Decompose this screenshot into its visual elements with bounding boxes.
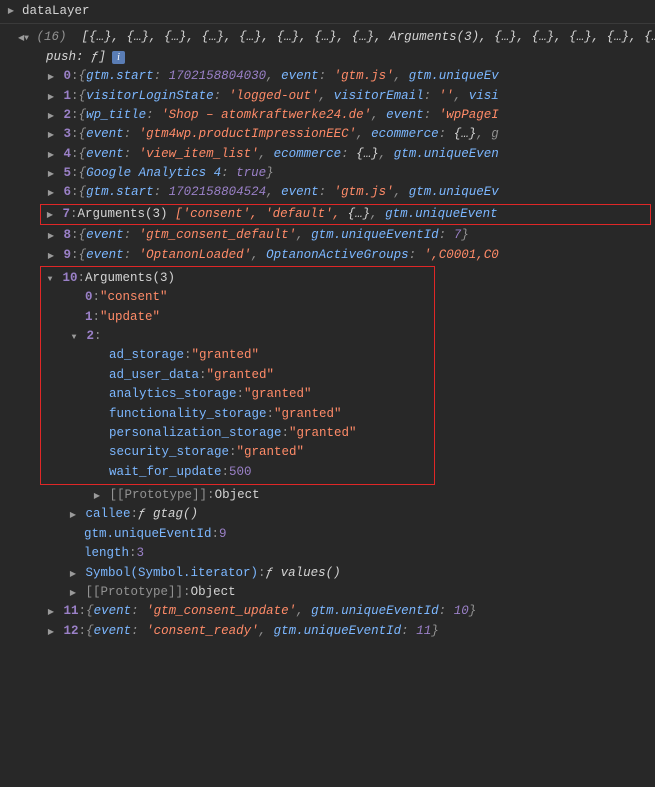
consent-ad-storage[interactable]: ad_storage: "granted" <box>45 346 434 365</box>
array-item-8[interactable]: 8: {event: 'gtm_consent_default', gtm.un… <box>6 226 655 245</box>
chevron-right-icon[interactable] <box>68 567 78 583</box>
array-item-12[interactable]: 12: {event: 'consent_ready', gtm.uniqueE… <box>6 622 655 641</box>
chevron-right-icon[interactable] <box>46 229 56 245</box>
array-count: (16) <box>36 30 66 44</box>
array-item-4[interactable]: 4: {event: 'view_item_list', ecommerce: … <box>6 145 655 164</box>
array-item-7[interactable]: 7: Arguments(3) ['consent', 'default', {… <box>45 205 650 224</box>
highlight-row-7: 7: Arguments(3) ['consent', 'default', {… <box>40 204 651 225</box>
chevron-down-icon[interactable] <box>69 330 79 346</box>
consent-security-storage[interactable]: security_storage: "granted" <box>45 443 434 462</box>
length[interactable]: length: 3 <box>6 544 655 563</box>
chevron-right-icon <box>6 4 16 20</box>
header-label: dataLayer <box>22 2 90 21</box>
chevron-right-icon[interactable] <box>46 186 56 202</box>
chevron-right-icon[interactable] <box>68 508 78 524</box>
symbol-iterator[interactable]: Symbol(Symbol.iterator): ƒ values() <box>6 564 655 583</box>
args-2[interactable]: 2: <box>45 327 434 346</box>
chevron-right-icon[interactable] <box>92 489 102 505</box>
callee[interactable]: callee: ƒ gtag() <box>6 505 655 524</box>
chevron-right-icon[interactable] <box>46 109 56 125</box>
summary-row[interactable]: (16) [{…}, {…}, {…}, {…}, {…}, {…}, {…},… <box>6 28 655 47</box>
array-item-1[interactable]: 1: {visitorLoginState: 'logged-out', vis… <box>6 87 655 106</box>
chevron-right-icon[interactable] <box>46 148 56 164</box>
prototype-1[interactable]: [[Prototype]]: Object <box>6 486 655 505</box>
chevron-right-icon[interactable] <box>46 167 56 183</box>
array-item-6[interactable]: 6: {gtm.start: 1702158804524, event: 'gt… <box>6 183 655 202</box>
consent-personalization-storage[interactable]: personalization_storage: "granted" <box>45 424 434 443</box>
args-1[interactable]: 1: "update" <box>45 308 434 327</box>
array-item-9[interactable]: 9: {event: 'OptanonLoaded', OptanonActiv… <box>6 246 655 265</box>
consent-wait-for-update[interactable]: wait_for_update: 500 <box>45 463 434 482</box>
gtm-unique-event-id[interactable]: gtm.uniqueEventId: 9 <box>6 525 655 544</box>
args-0[interactable]: 0: "consent" <box>45 288 434 307</box>
header-row[interactable]: dataLayer <box>0 0 655 24</box>
array-item-3[interactable]: 3: {event: 'gtm4wp.productImpressionEEC'… <box>6 125 655 144</box>
array-item-0[interactable]: 0: {gtm.start: 1702158804030, event: 'gt… <box>6 67 655 86</box>
consent-ad-user-data[interactable]: ad_user_data: "granted" <box>45 366 434 385</box>
array-item-10[interactable]: 10: Arguments(3) <box>45 269 434 288</box>
console-output: (16) [{…}, {…}, {…}, {…}, {…}, {…}, {…},… <box>0 24 655 645</box>
chevron-right-icon[interactable] <box>46 70 56 86</box>
highlight-row-10: 10: Arguments(3) 0: "consent" 1: "update… <box>40 266 435 485</box>
chevron-right-icon[interactable] <box>45 208 55 224</box>
prototype-2[interactable]: [[Prototype]]: Object <box>6 583 655 602</box>
array-item-5[interactable]: 5: {Google Analytics 4: true} <box>6 164 655 183</box>
array-item-2[interactable]: 2: {wp_title: 'Shop – atomkraftwerke24.d… <box>6 106 655 125</box>
chevron-right-icon[interactable] <box>46 90 56 106</box>
chevron-right-icon[interactable] <box>46 605 56 621</box>
chevron-right-icon[interactable] <box>46 249 56 265</box>
chevron-right-icon[interactable] <box>68 586 78 602</box>
consent-analytics-storage[interactable]: analytics_storage: "granted" <box>45 385 434 404</box>
chevron-right-icon[interactable] <box>46 128 56 144</box>
chevron-right-icon[interactable] <box>46 625 56 641</box>
array-item-11[interactable]: 11: {event: 'gtm_consent_update', gtm.un… <box>6 602 655 621</box>
info-icon[interactable]: i <box>112 51 125 64</box>
chevron-down-icon[interactable] <box>45 272 55 288</box>
summary-row-2: push: ƒ] i <box>6 48 655 67</box>
consent-functionality-storage[interactable]: functionality_storage: "granted" <box>45 405 434 424</box>
